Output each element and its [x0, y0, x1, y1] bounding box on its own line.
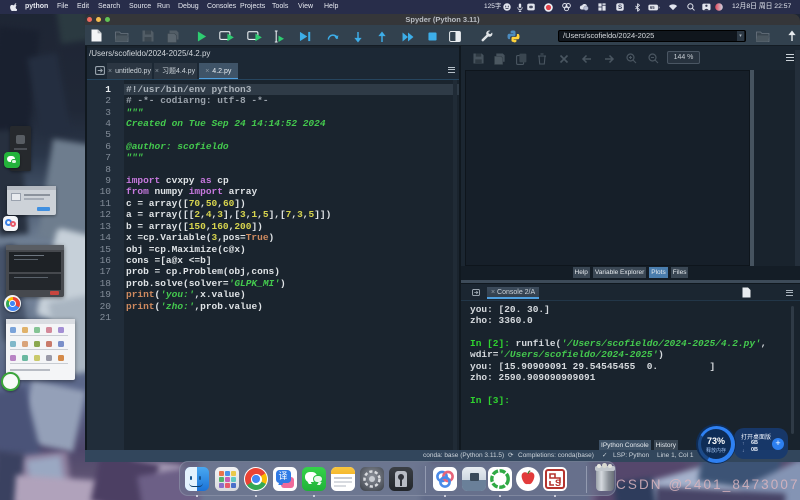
svg-text:65: 65	[650, 5, 655, 10]
svg-text:S: S	[618, 4, 622, 11]
svg-text:S: S	[555, 478, 561, 488]
